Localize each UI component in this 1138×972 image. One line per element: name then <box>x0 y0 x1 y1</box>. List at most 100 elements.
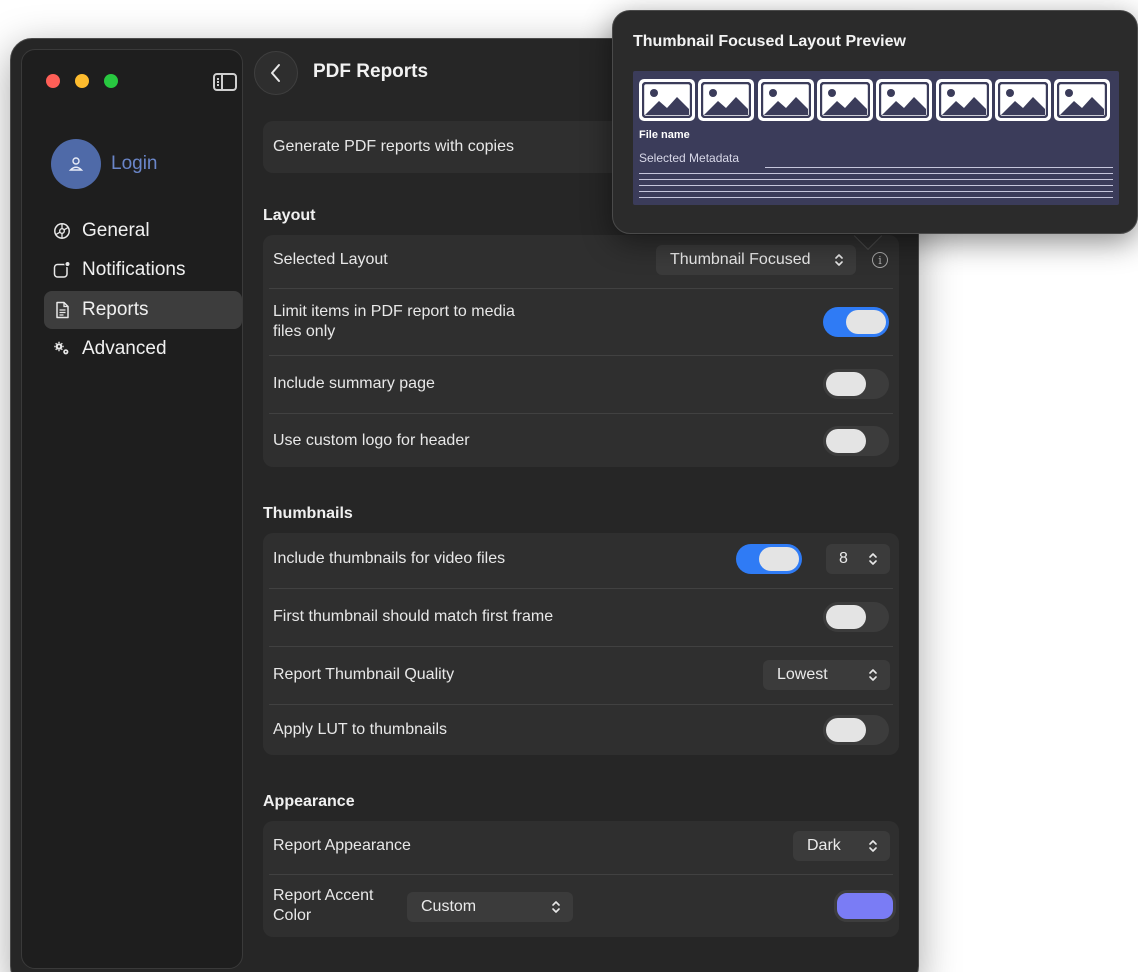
zoom-window-button[interactable] <box>104 74 118 88</box>
layout-preview-popover: Thumbnail Focused Layout Preview File na… <box>612 10 1138 234</box>
first-frame-label: First thumbnail should match first frame <box>273 608 554 625</box>
accent-color-label: Report Accent Color <box>273 887 374 924</box>
notification-badge-icon <box>52 260 72 280</box>
thumbnail-quality-label: Report Thumbnail Quality <box>273 666 455 683</box>
lut-toggle[interactable] <box>823 715 889 745</box>
sidebar-toggle-icon[interactable] <box>213 73 237 91</box>
preview-thumbnail <box>757 79 814 121</box>
preview-thumbnail <box>698 79 755 121</box>
custom-logo-row: Use custom logo for header <box>263 414 899 467</box>
sidebar-item-label: Advanced <box>82 338 167 359</box>
chevron-updown-icon <box>869 553 877 565</box>
preview-line <box>639 173 1113 174</box>
summary-toggle[interactable] <box>823 369 889 399</box>
layout-card: Selected Layout Thumbnail Focused i Limi… <box>263 235 899 467</box>
image-placeholder-icon <box>1057 82 1108 118</box>
preview-file-name: File name <box>639 129 690 141</box>
chevron-updown-icon <box>835 254 843 266</box>
accent-color-select[interactable]: Custom <box>407 892 573 922</box>
thumbnails-section-title: Thumbnails <box>263 505 353 522</box>
limit-media-label: Limit items in PDF report to media files… <box>273 303 515 340</box>
toggle-knob <box>826 718 866 742</box>
layout-section-title: Layout <box>263 207 316 224</box>
person-icon <box>68 157 84 171</box>
close-window-button[interactable] <box>46 74 60 88</box>
toggle-knob <box>826 605 866 629</box>
toggle-knob <box>826 372 866 396</box>
thumbnail-count-select[interactable]: 8 <box>826 544 890 574</box>
sidebar-item-general[interactable]: General <box>44 212 242 250</box>
preview-line <box>639 179 1113 180</box>
sidebar-item-advanced[interactable]: Advanced <box>44 330 242 368</box>
preview-line <box>765 167 1113 168</box>
sidebar-item-label: Reports <box>82 299 149 320</box>
preview-selected-metadata: Selected Metadata <box>639 151 740 165</box>
generate-copies-label: Generate PDF reports with copies <box>273 138 514 155</box>
selected-layout-row: Selected Layout Thumbnail Focused i <box>263 235 899 285</box>
image-placeholder-icon <box>760 82 811 118</box>
video-thumbnails-toggle[interactable] <box>736 544 802 574</box>
preview-thumbnail <box>639 79 695 121</box>
sidebar-item-reports[interactable]: Reports <box>44 291 242 329</box>
image-placeholder-icon <box>819 82 870 118</box>
sidebar-item-notifications[interactable]: Notifications <box>44 251 242 289</box>
sidebar-item-label: General <box>82 220 150 241</box>
video-thumbnails-label: Include thumbnails for video files <box>273 550 506 567</box>
back-button[interactable] <box>254 51 298 95</box>
first-frame-toggle[interactable] <box>823 602 889 632</box>
selected-layout-value: Thumbnail Focused <box>670 251 811 268</box>
sidebar: Login General Notifications Reports Adva… <box>21 49 243 969</box>
selected-layout-label: Selected Layout <box>273 251 388 268</box>
toggle-knob <box>846 310 886 334</box>
preview-line <box>639 185 1113 186</box>
page-title: PDF Reports <box>313 61 429 82</box>
accent-color-value: Custom <box>421 898 477 915</box>
toggle-knob <box>826 429 866 453</box>
lut-row: Apply LUT to thumbnails <box>263 705 899 755</box>
image-placeholder-icon <box>938 82 989 118</box>
selected-layout-select[interactable]: Thumbnail Focused <box>656 245 856 275</box>
preview-thumbnail <box>935 79 992 121</box>
minimize-window-button[interactable] <box>75 74 89 88</box>
image-placeholder-icon <box>642 82 692 118</box>
chevron-updown-icon <box>552 901 560 913</box>
toggle-knob <box>759 547 799 571</box>
report-appearance-select[interactable]: Dark <box>793 831 890 861</box>
preview-line <box>639 191 1113 192</box>
login-link[interactable]: Login <box>111 153 158 175</box>
thumbnails-card: Include thumbnails for video files 8 Fir… <box>263 533 899 755</box>
image-placeholder-icon <box>701 82 752 118</box>
lut-label: Apply LUT to thumbnails <box>273 721 448 738</box>
limit-media-row: Limit items in PDF report to media files… <box>263 289 899 355</box>
preview-thumbnail <box>1054 79 1111 121</box>
info-icon[interactable]: i <box>872 252 888 268</box>
preview-thumbnail <box>876 79 933 121</box>
chevron-updown-icon <box>869 840 877 852</box>
summary-row: Include summary page <box>263 356 899 412</box>
accent-color-well[interactable] <box>834 890 896 922</box>
report-appearance-value: Dark <box>807 837 841 854</box>
appearance-card: Report Appearance Dark Report Accent Col… <box>263 821 899 937</box>
limit-media-toggle[interactable] <box>823 307 889 337</box>
custom-logo-label: Use custom logo for header <box>273 431 470 449</box>
document-icon <box>52 300 72 320</box>
report-appearance-label: Report Appearance <box>273 837 411 854</box>
preview-line <box>639 197 1113 198</box>
popover-title: Thumbnail Focused Layout Preview <box>633 33 906 50</box>
chevron-updown-icon <box>869 669 877 681</box>
report-appearance-row: Report Appearance Dark <box>263 821 899 871</box>
image-placeholder-icon <box>997 82 1048 118</box>
thumbnail-count-value: 8 <box>839 550 848 567</box>
appearance-section-title: Appearance <box>263 793 355 810</box>
custom-logo-toggle[interactable] <box>823 426 889 456</box>
first-frame-row: First thumbnail should match first frame <box>263 589 899 645</box>
preview-thumbnail <box>816 79 873 121</box>
video-thumbnails-row: Include thumbnails for video files 8 <box>263 533 899 585</box>
avatar[interactable] <box>51 139 101 189</box>
gear-icon <box>52 221 72 241</box>
thumbnail-quality-value: Lowest <box>777 666 828 683</box>
summary-label: Include summary page <box>273 375 435 392</box>
image-placeholder-icon <box>879 82 930 118</box>
thumbnail-quality-select[interactable]: Lowest <box>763 660 890 690</box>
accent-color-row: Report Accent Color Custom <box>263 875 899 937</box>
